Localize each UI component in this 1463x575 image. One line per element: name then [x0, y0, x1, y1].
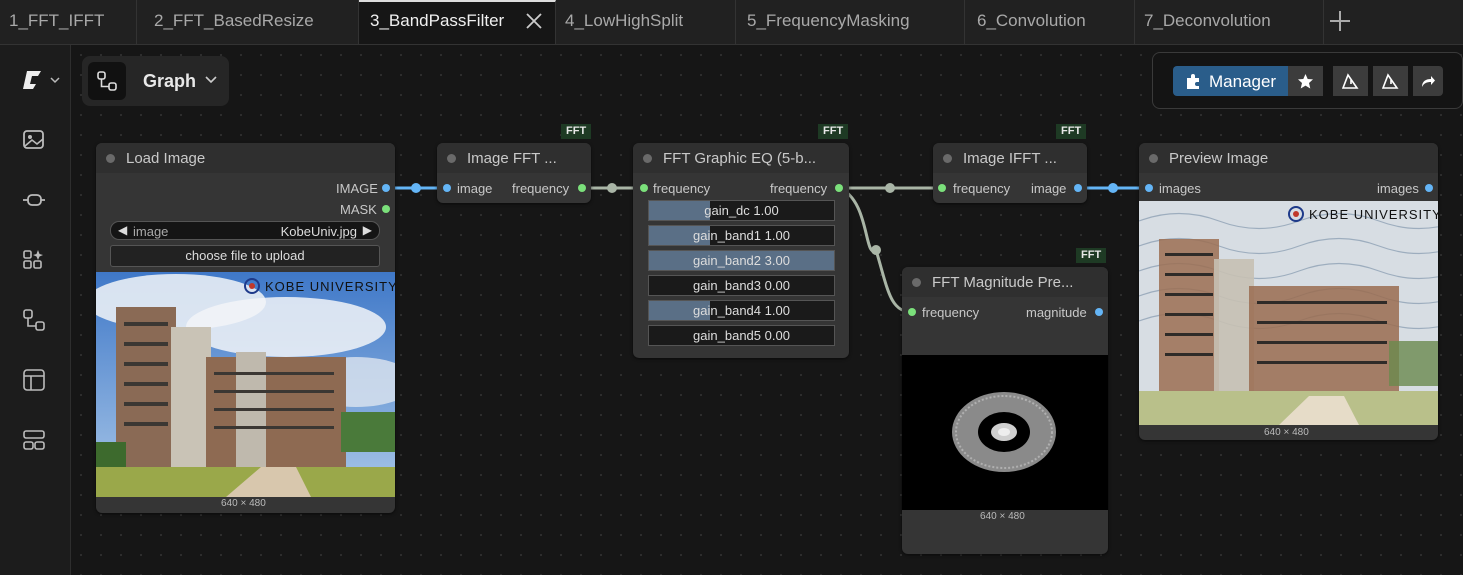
node-header[interactable]: Image FFT ...: [437, 143, 591, 173]
node-header[interactable]: Preview Image: [1139, 143, 1438, 173]
node-title: FFT Magnitude Pre...: [932, 274, 1074, 291]
slider-label: gain_band2: [693, 253, 762, 268]
image-size-caption: 640 × 480: [980, 511, 1025, 522]
node-title: Image FFT ...: [467, 150, 557, 167]
slider-label: gain_dc: [704, 203, 750, 218]
input-frequency-port[interactable]: [640, 184, 648, 192]
slider-text: gain_band4 1.00: [649, 303, 834, 318]
fft-badge: FFT: [1056, 124, 1087, 139]
slider-gain-band3[interactable]: gain_band3 0.00: [648, 275, 835, 296]
image-size-caption: 640 × 480: [1264, 427, 1309, 438]
image-widget-label: image: [133, 224, 169, 239]
image-select-widget[interactable]: ◀ image KobeUniv.jpg ▶: [110, 221, 380, 240]
collapse-dot[interactable]: [447, 154, 456, 163]
output-mask-label: MASK: [340, 202, 377, 217]
fft-badge: FFT: [1076, 248, 1107, 263]
kobe-logo-text: KOBE UNIVERSITY: [1309, 207, 1438, 222]
slider-value: 1.00: [764, 228, 790, 243]
slider-text: gain_band1 1.00: [649, 228, 834, 243]
input-frequency-port[interactable]: [938, 184, 946, 192]
collapse-dot[interactable]: [106, 154, 115, 163]
output-images-port[interactable]: [1425, 184, 1433, 192]
image-size-caption: 640 × 480: [221, 498, 266, 509]
slider-label: gain_band5: [693, 328, 762, 343]
slider-text: gain_band2 3.00: [649, 253, 834, 268]
output-magnitude-port[interactable]: [1095, 308, 1103, 316]
input-frequency-label: frequency: [953, 181, 1011, 196]
output-images-label: images: [1377, 181, 1419, 196]
slider-gain-band4[interactable]: gain_band4 1.00: [648, 300, 835, 321]
output-frequency-port[interactable]: [578, 184, 586, 192]
output-frequency-label: frequency: [512, 181, 570, 196]
slider-value: 3.00: [764, 253, 790, 268]
next-arrow-icon[interactable]: ▶: [363, 223, 372, 237]
input-frequency-label: frequency: [653, 181, 711, 196]
fft-badge: FFT: [818, 124, 849, 139]
node-header[interactable]: FFT Magnitude Pre...: [902, 267, 1108, 297]
node-title: Load Image: [126, 150, 206, 167]
fft-badge: FFT: [561, 124, 592, 139]
slider-label: gain_band3: [693, 278, 762, 293]
input-images-port[interactable]: [1145, 184, 1153, 192]
slider-text: gain_band3 0.00: [649, 278, 834, 293]
slider-label: gain_band4: [693, 303, 762, 318]
output-image-label: IMAGE: [336, 181, 378, 196]
output-mask-port[interactable]: [382, 205, 390, 213]
node-title: Image IFFT ...: [963, 150, 1057, 167]
input-frequency-label: frequency: [922, 305, 980, 320]
slider-value: 1.00: [753, 203, 779, 218]
kobe-logo-text: KOBE UNIVERSITY: [265, 279, 395, 294]
filtered-image-preview: KOBE UNIVERSITY: [1139, 201, 1438, 425]
output-image-port[interactable]: [1074, 184, 1082, 192]
output-image-label: image: [1031, 181, 1067, 196]
collapse-dot[interactable]: [643, 154, 652, 163]
input-images-label: images: [1159, 181, 1201, 196]
output-magnitude-label: magnitude: [1026, 305, 1087, 320]
loaded-image-preview: KOBE UNIVERSITY: [96, 272, 395, 497]
output-frequency-label: frequency: [770, 181, 828, 196]
slider-gain-band5[interactable]: gain_band5 0.00: [648, 325, 835, 346]
node-title: FFT Graphic EQ (5-b...: [663, 150, 817, 167]
node-header[interactable]: FFT Graphic EQ (5-b...: [633, 143, 849, 173]
output-frequency-port[interactable]: [835, 184, 843, 192]
upload-label: choose file to upload: [185, 248, 305, 263]
collapse-dot[interactable]: [943, 154, 952, 163]
slider-gain-band1[interactable]: gain_band1 1.00: [648, 225, 835, 246]
slider-value: 1.00: [764, 303, 790, 318]
slider-text: gain_dc 1.00: [649, 203, 834, 218]
input-frequency-port[interactable]: [908, 308, 916, 316]
collapse-dot[interactable]: [1149, 154, 1158, 163]
upload-button[interactable]: choose file to upload: [110, 245, 380, 267]
node-header[interactable]: Load Image: [96, 143, 395, 173]
slider-value: 0.00: [764, 278, 790, 293]
input-image-port[interactable]: [443, 184, 451, 192]
slider-gain-dc[interactable]: gain_dc 1.00: [648, 200, 835, 221]
prev-arrow-icon[interactable]: ◀: [118, 223, 127, 237]
output-image-port[interactable]: [382, 184, 390, 192]
input-image-label: image: [457, 181, 493, 196]
node-title: Preview Image: [1169, 150, 1269, 167]
slider-label: gain_band1: [693, 228, 762, 243]
slider-value: 0.00: [764, 328, 790, 343]
slider-text: gain_band5 0.00: [649, 328, 834, 343]
node-header[interactable]: Image IFFT ...: [933, 143, 1087, 173]
slider-gain-band2[interactable]: gain_band2 3.00: [648, 250, 835, 271]
image-widget-value: KobeUniv.jpg: [280, 224, 357, 239]
magnitude-spectrum-preview: [902, 355, 1108, 510]
collapse-dot[interactable]: [912, 278, 921, 287]
